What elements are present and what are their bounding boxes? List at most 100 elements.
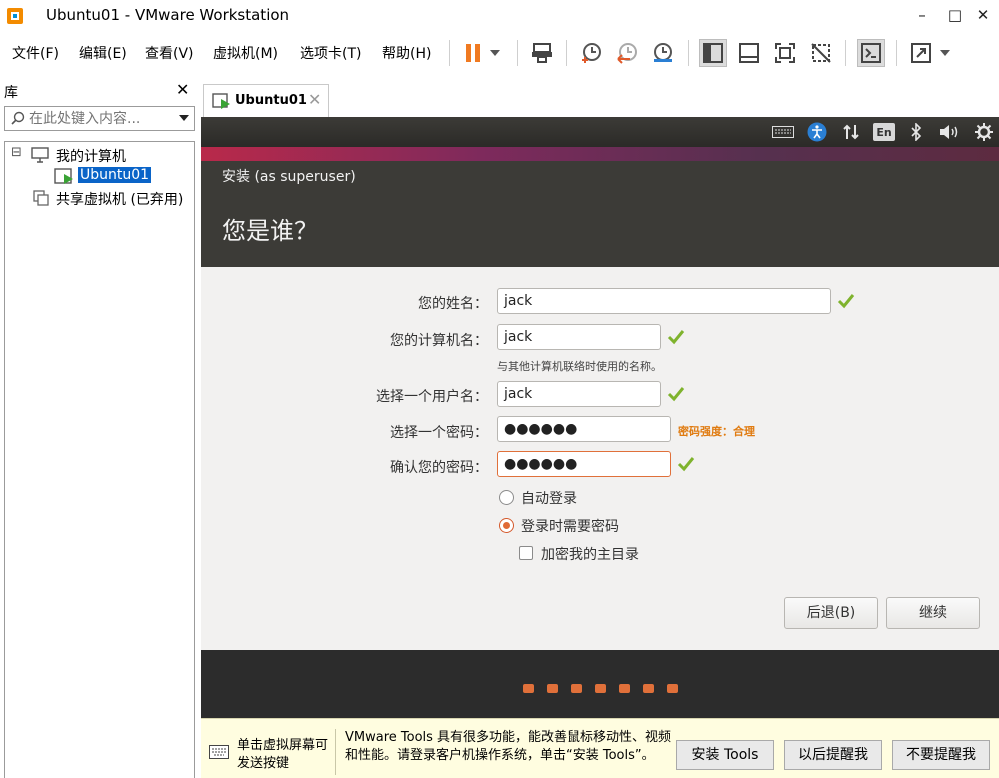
- menu-help[interactable]: 帮助(H): [382, 43, 431, 63]
- accessibility-icon[interactable]: [805, 122, 829, 142]
- library-close-button[interactable]: ✕: [176, 80, 189, 99]
- system-settings-icon[interactable]: [973, 122, 995, 142]
- menu-tabs[interactable]: 选项卡(T): [300, 43, 361, 63]
- installer-window: 安装 (as superuser) 您是谁？ 您的姓名： jack 您的计算机名…: [201, 161, 999, 650]
- auto-login-radio[interactable]: [499, 490, 514, 505]
- progress-dot: [643, 684, 654, 693]
- install-tools-button[interactable]: 安装 Tools: [676, 740, 774, 770]
- vmware-tools-notification: 单击虚拟屏幕可发送按键 VMware Tools 具有很多功能，能改善鼠标移动性…: [201, 718, 999, 778]
- toolbar-separator: [517, 40, 518, 66]
- snapshot-icon[interactable]: [577, 39, 605, 67]
- keyboard-icon[interactable]: [771, 122, 795, 142]
- library-tree: ⊟ 我的计算机 Ubuntu01 共享虚拟机 (已弃用): [4, 141, 195, 778]
- back-button[interactable]: 后退(B): [784, 597, 878, 629]
- username-label: 选择一个用户名：: [376, 389, 488, 405]
- show-library-icon[interactable]: [699, 39, 727, 67]
- unity-mode-icon[interactable]: [807, 39, 835, 67]
- auto-login-label[interactable]: 自动登录: [521, 488, 577, 508]
- remind-later-button[interactable]: 以后提醒我: [784, 740, 882, 770]
- vm-running-icon: [212, 93, 230, 109]
- toolbar-separator: [449, 40, 450, 66]
- password-label: 选择一个密码：: [390, 425, 488, 441]
- tree-my-computer[interactable]: 我的计算机: [56, 146, 126, 166]
- tab-ubuntu01[interactable]: Ubuntu01 ✕: [203, 84, 329, 118]
- vmware-logo-icon: [7, 8, 23, 24]
- password-strength: 密码强度：合理: [678, 425, 755, 438]
- pause-icon[interactable]: [459, 39, 487, 67]
- minimize-button[interactable]: –: [907, 4, 937, 26]
- menu-vm[interactable]: 虚拟机(M): [213, 43, 278, 63]
- menu-file[interactable]: 文件(F): [12, 43, 59, 63]
- library-search[interactable]: [4, 106, 195, 131]
- encrypt-home-checkbox[interactable]: [519, 546, 533, 560]
- installer-header: 安装 (as superuser) 您是谁？: [201, 161, 999, 267]
- click-to-send-keys-text: 单击虚拟屏幕可发送按键: [237, 738, 329, 771]
- name-field[interactable]: jack: [497, 288, 831, 314]
- install-progress-dots: [201, 684, 999, 698]
- toolbar-separator: [896, 40, 897, 66]
- library-search-input[interactable]: [29, 108, 169, 129]
- ubuntu-top-panel: En: [201, 117, 999, 147]
- computer-name-field[interactable]: jack: [497, 324, 661, 350]
- toolbar-separator: [566, 40, 567, 66]
- require-password-label[interactable]: 登录时需要密码: [521, 516, 619, 536]
- chevron-down-icon[interactable]: [935, 39, 955, 67]
- toolbar-separator: [688, 40, 689, 66]
- progress-dot: [571, 684, 582, 693]
- progress-dot: [547, 684, 558, 693]
- check-icon: [837, 294, 855, 309]
- menu-toolbar: 文件(F) 编辑(E) 查看(V) 虚拟机(M) 选项卡(T) 帮助(H): [0, 32, 999, 74]
- tab-close-button[interactable]: ✕: [308, 90, 321, 109]
- progress-dot: [523, 684, 534, 693]
- volume-icon[interactable]: [937, 122, 963, 142]
- notification-separator: [335, 729, 336, 775]
- keyboard-icon: [209, 745, 229, 759]
- collapse-toggle[interactable]: ⊟: [11, 145, 22, 160]
- menu-view[interactable]: 查看(V): [145, 43, 194, 63]
- library-title: 库: [4, 85, 18, 101]
- search-icon: [11, 111, 25, 125]
- progress-dot: [667, 684, 678, 693]
- chevron-down-icon[interactable]: [179, 115, 189, 121]
- vmware-tools-message: VMware Tools 具有很多功能，能改善鼠标移动性、视频和性能。请登录客户…: [345, 730, 672, 763]
- snapshot-manager-icon[interactable]: [649, 39, 677, 67]
- toolbar-separator: [845, 40, 846, 66]
- close-window-button[interactable]: ✕: [968, 4, 998, 26]
- network-icon[interactable]: [839, 122, 863, 142]
- full-screen-icon[interactable]: [771, 39, 799, 67]
- bluetooth-icon[interactable]: [905, 122, 927, 142]
- console-view-icon[interactable]: [857, 39, 885, 67]
- computer-name-hint: 与其他计算机联络时使用的名称。: [497, 360, 662, 373]
- password-field[interactable]: ●●●●●●: [497, 416, 671, 442]
- keyboard-layout-indicator[interactable]: En: [873, 123, 895, 141]
- maximize-button[interactable]: □: [940, 4, 970, 26]
- continue-button[interactable]: 继续: [886, 597, 980, 629]
- guest-screen[interactable]: En 安装 (as superuser) 您是谁？ 您的姓名： jack 您的计…: [201, 117, 999, 718]
- tree-shared-vms[interactable]: 共享虚拟机 (已弃用): [56, 189, 183, 209]
- thumbnail-bar-icon[interactable]: [735, 39, 763, 67]
- check-icon: [677, 457, 695, 472]
- username-field[interactable]: jack: [497, 381, 661, 407]
- revert-snapshot-icon[interactable]: [613, 39, 641, 67]
- tab-label: Ubuntu01: [235, 93, 307, 108]
- stretch-guest-icon[interactable]: [907, 39, 935, 67]
- check-icon: [667, 330, 685, 345]
- installer-title: 您是谁？: [222, 217, 318, 245]
- tree-vm-ubuntu01[interactable]: Ubuntu01: [76, 166, 153, 184]
- encrypt-home-label[interactable]: 加密我的主目录: [541, 544, 639, 564]
- computer-name-label: 您的计算机名：: [390, 333, 488, 349]
- send-ctrl-alt-del-icon[interactable]: [528, 39, 556, 67]
- confirm-password-field[interactable]: ●●●●●●: [497, 451, 671, 477]
- shared-vm-icon: [33, 190, 49, 206]
- computer-icon: [31, 147, 49, 163]
- chevron-down-icon[interactable]: [485, 39, 505, 67]
- wallpaper-strip: [201, 147, 999, 161]
- library-header: 库 ✕: [0, 78, 196, 104]
- menu-edit[interactable]: 编辑(E): [79, 43, 127, 63]
- title-bar: Ubuntu01 - VMware Workstation – □ ✕: [0, 0, 999, 32]
- never-remind-button[interactable]: 不要提醒我: [892, 740, 990, 770]
- confirm-password-label: 确认您的密码：: [390, 460, 488, 476]
- window-title: Ubuntu01 - VMware Workstation: [46, 6, 290, 24]
- progress-dot: [595, 684, 606, 693]
- require-password-radio[interactable]: [499, 518, 514, 533]
